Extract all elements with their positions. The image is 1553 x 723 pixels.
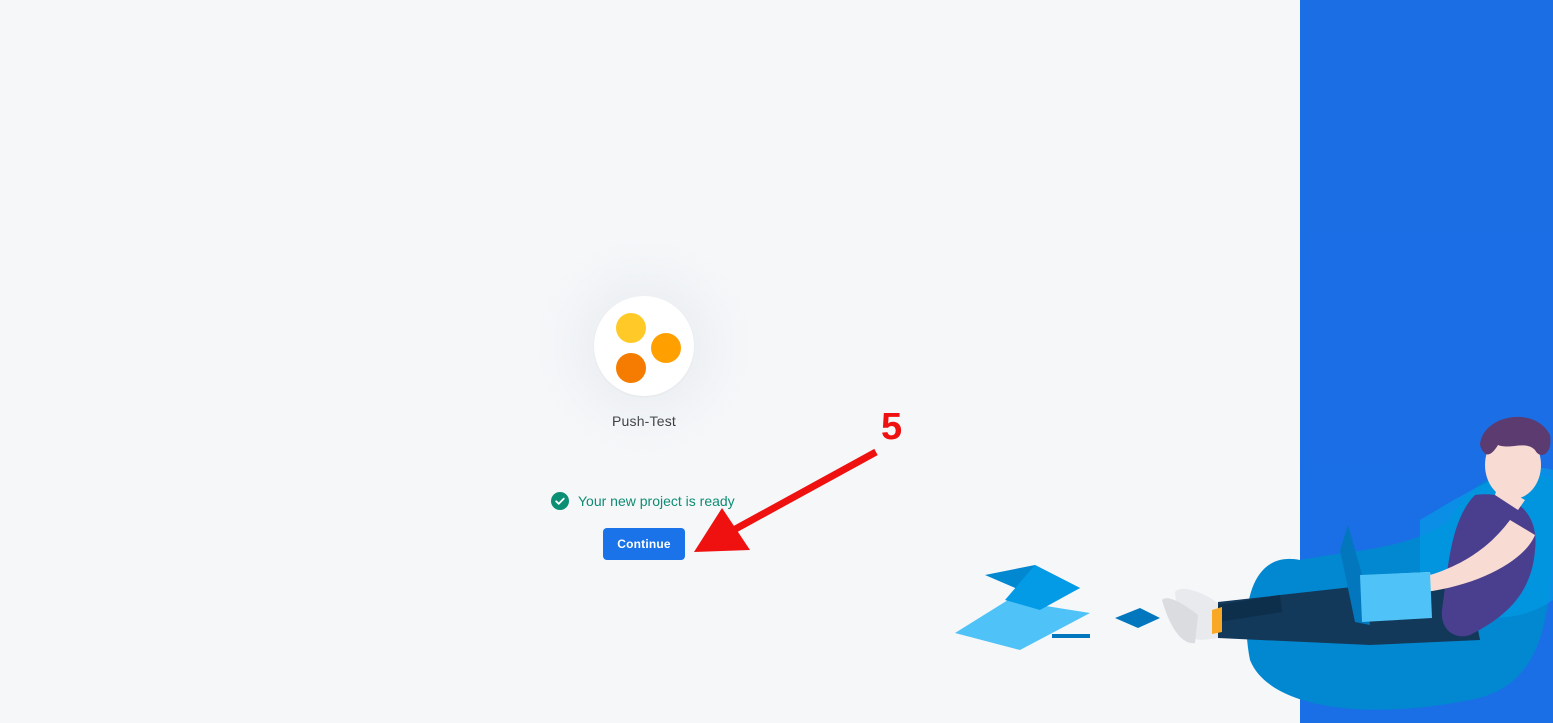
yellow-dot: [616, 313, 646, 343]
project-dots-icon: [594, 296, 694, 396]
project-name: Push-Test: [611, 413, 677, 429]
project-ready-page: Push-Test Your new project is ready Cont…: [0, 0, 1553, 723]
amber-dot: [651, 333, 681, 363]
annotation-arrow-icon: [694, 448, 878, 552]
orange-dot: [616, 353, 646, 383]
person-laptop-illustration: [955, 416, 1553, 710]
check-circle-icon: [551, 492, 569, 510]
continue-button[interactable]: Continue: [603, 528, 685, 560]
project-card: Push-Test: [544, 296, 744, 429]
